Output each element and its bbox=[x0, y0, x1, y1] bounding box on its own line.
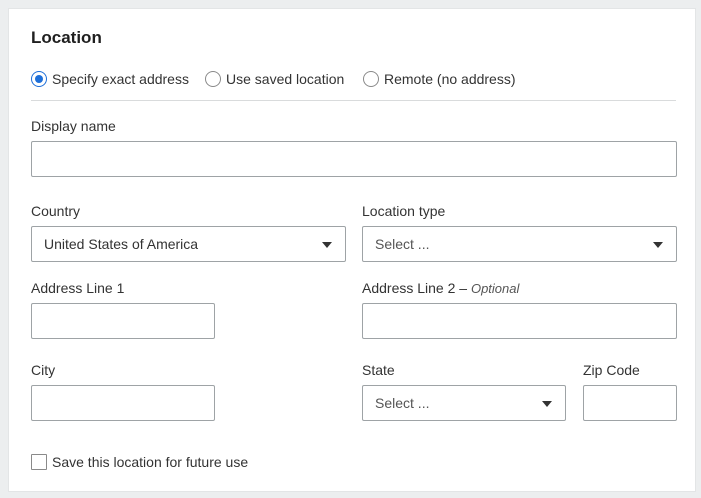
display-name-input[interactable] bbox=[31, 141, 677, 177]
chevron-down-icon bbox=[322, 242, 332, 248]
section-title: Location bbox=[31, 28, 102, 47]
address-line-2-label-text: Address Line 2 – bbox=[362, 280, 468, 296]
save-location-checkbox[interactable] bbox=[31, 454, 47, 470]
city-label: City bbox=[31, 362, 56, 378]
radio-checked-icon[interactable] bbox=[31, 71, 47, 87]
location-type-label: Location type bbox=[362, 203, 446, 219]
chevron-down-icon bbox=[653, 242, 663, 248]
country-label: Country bbox=[31, 203, 81, 219]
radio-label: Specify exact address bbox=[52, 71, 189, 87]
radio-unchecked-icon[interactable] bbox=[363, 71, 379, 87]
radio-label: Remote (no address) bbox=[384, 71, 516, 87]
zip-code-input[interactable] bbox=[583, 385, 677, 421]
address-line-1-input[interactable] bbox=[31, 303, 215, 339]
zip-code-label: Zip Code bbox=[583, 362, 640, 378]
radio-use-saved-location[interactable]: Use saved location bbox=[205, 70, 344, 88]
optional-tag: Optional bbox=[470, 281, 520, 296]
country-selected-value: United States of America bbox=[44, 236, 199, 252]
state-selected-value: Select ... bbox=[375, 395, 430, 411]
save-location-label: Save this location for future use bbox=[52, 454, 249, 470]
radio-label: Use saved location bbox=[226, 71, 345, 87]
state-label: State bbox=[362, 362, 395, 378]
location-card: Location Specify exact address Use saved… bbox=[8, 8, 696, 492]
radio-unchecked-icon[interactable] bbox=[205, 71, 221, 87]
section-divider bbox=[31, 100, 676, 101]
radio-remote-no-address[interactable]: Remote (no address) bbox=[363, 70, 516, 88]
location-type-select[interactable]: Select ... bbox=[362, 226, 677, 262]
location-type-selected-value: Select ... bbox=[375, 236, 430, 252]
city-input[interactable] bbox=[31, 385, 215, 421]
display-name-label: Display name bbox=[31, 118, 116, 134]
address-line-1-label: Address Line 1 bbox=[31, 280, 125, 296]
address-line-2-input[interactable] bbox=[362, 303, 677, 339]
address-line-2-label: Address Line 2 – Optional bbox=[362, 280, 519, 296]
radio-specify-exact-address[interactable]: Specify exact address bbox=[31, 70, 189, 88]
save-location-option[interactable]: Save this location for future use bbox=[31, 453, 248, 471]
state-select[interactable]: Select ... bbox=[362, 385, 566, 421]
chevron-down-icon bbox=[542, 401, 552, 407]
country-select[interactable]: United States of America bbox=[31, 226, 346, 262]
